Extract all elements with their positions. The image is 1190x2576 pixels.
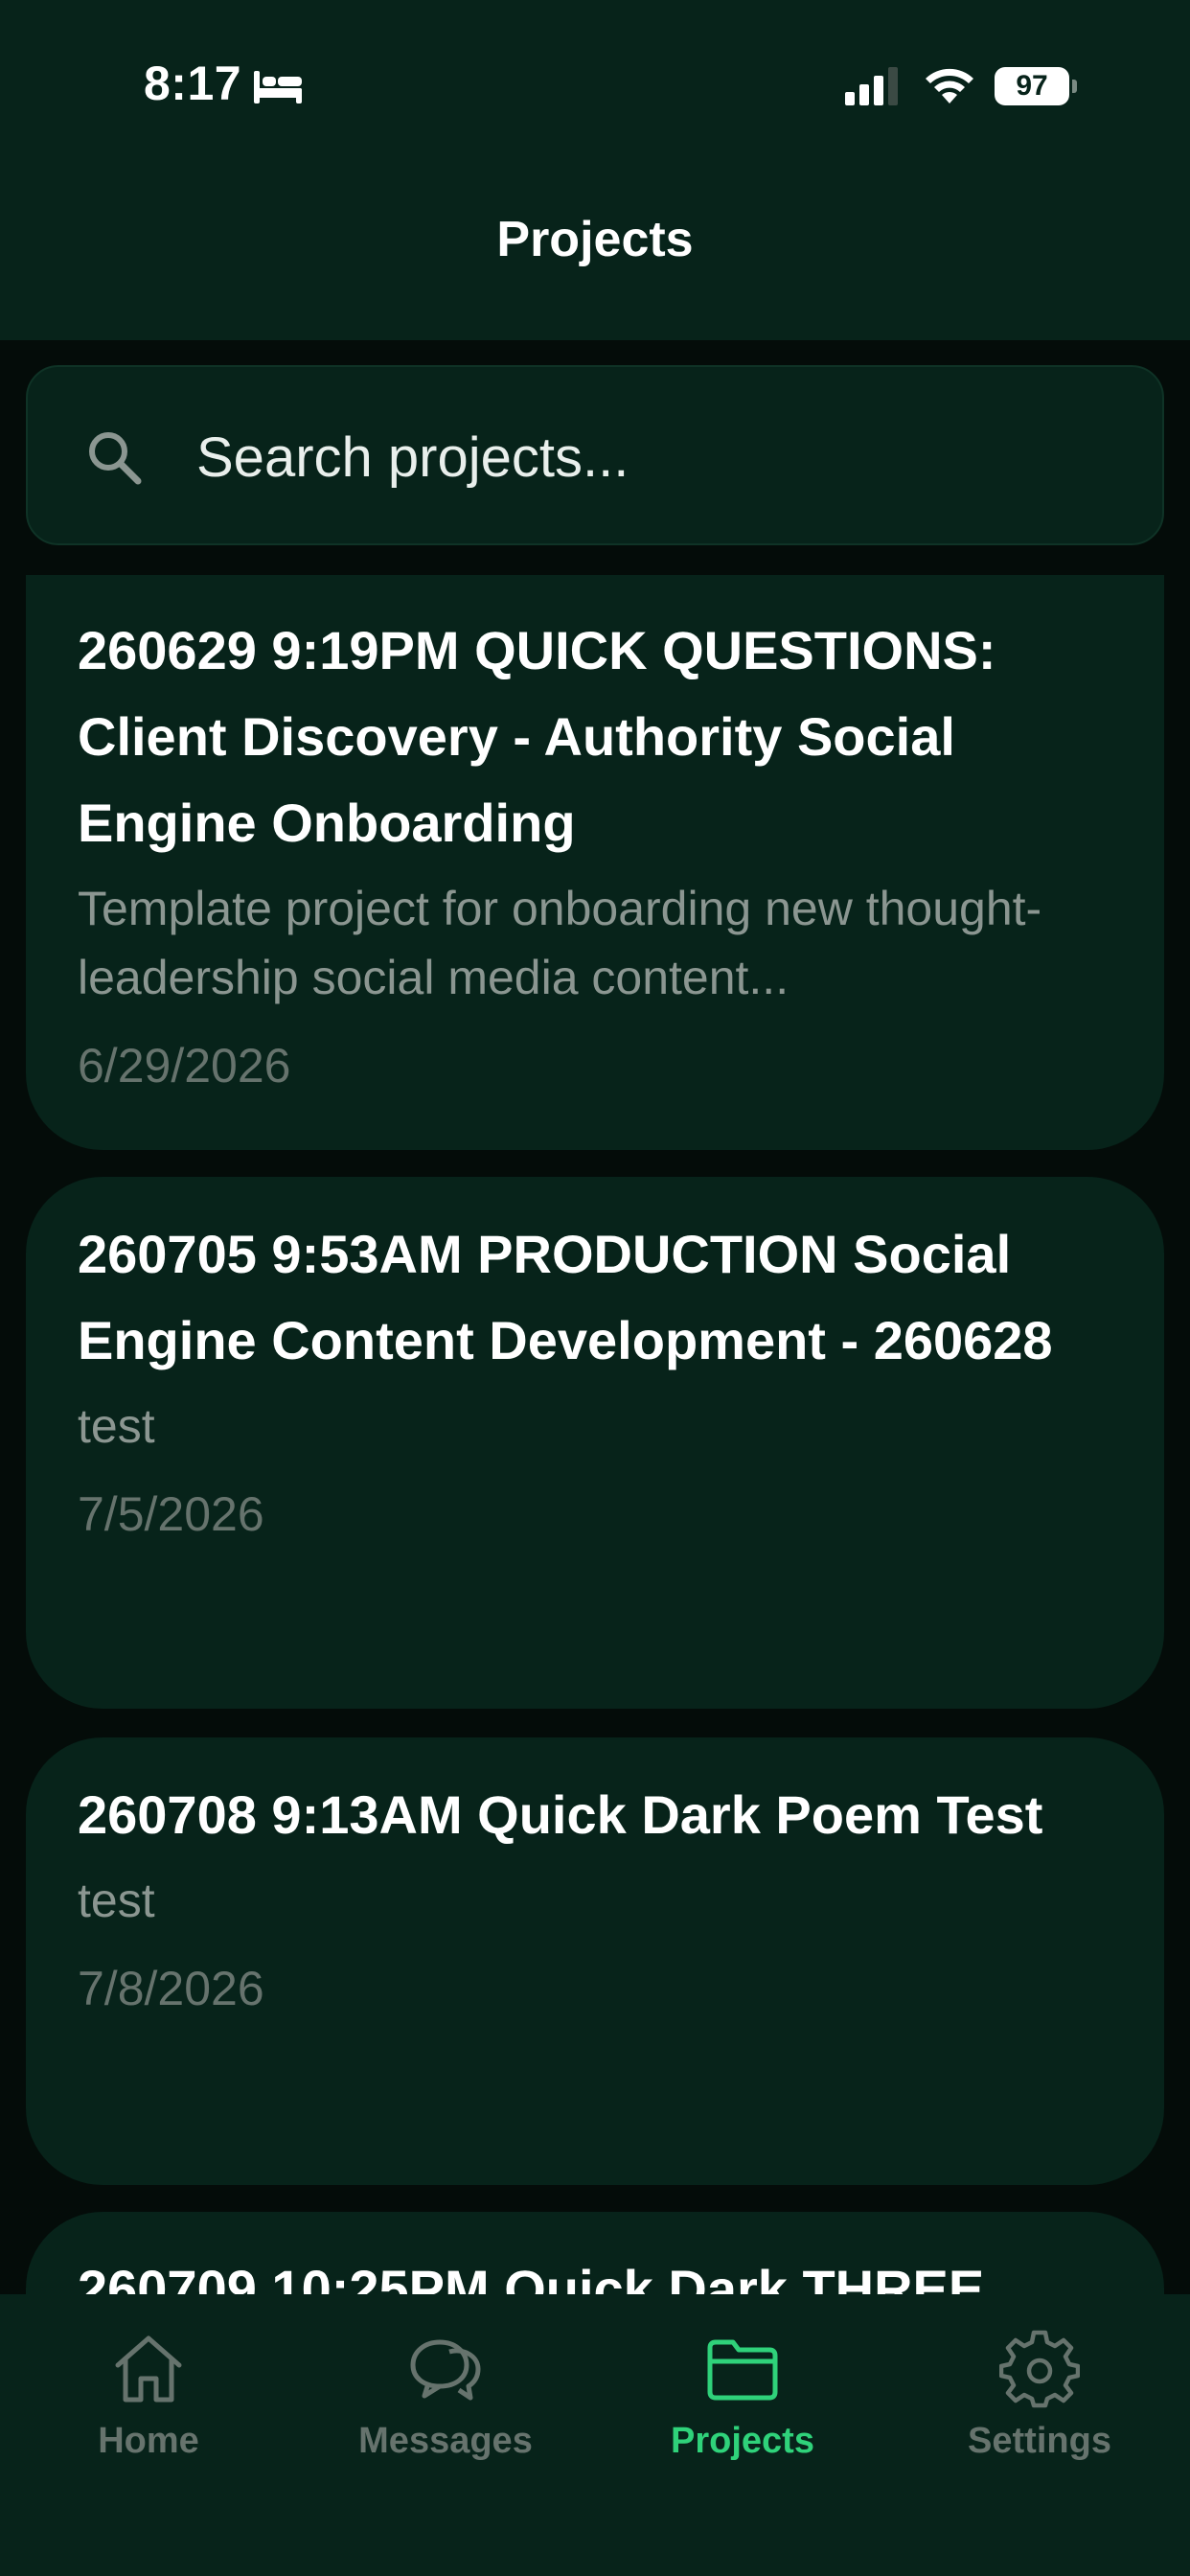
project-card[interactable]: 260709 10:25PM Quick Dark THREE (26, 2212, 1164, 2294)
messages-icon (410, 2339, 481, 2401)
search-icon (89, 432, 142, 485)
project-description: test (78, 1874, 155, 1927)
project-title: 260708 9:13AM Quick Dark Poem Test (78, 1784, 1043, 1845)
project-title: 260705 9:53AM PRODUCTION Social Engine C… (78, 1224, 1053, 1370)
home-icon (115, 2335, 182, 2403)
project-card[interactable]: 260705 9:53AM PRODUCTION Social Engine C… (26, 1177, 1164, 1709)
tab-projects[interactable]: Projects (594, 2329, 891, 2472)
tab-label: Projects (671, 2421, 814, 2461)
project-card[interactable]: 260708 9:13AM Quick Dark Poem Test test … (26, 1737, 1164, 2185)
tab-label: Home (98, 2421, 199, 2461)
project-title: 260629 9:19PM QUICK QUESTIONS: Client Di… (78, 620, 996, 853)
project-title: 260709 10:25PM Quick Dark THREE (78, 2259, 985, 2294)
project-date: 7/8/2026 (78, 1962, 264, 2015)
folder-icon (707, 2339, 778, 2401)
project-description: Template project for onboarding new thou… (78, 882, 1042, 1004)
project-list[interactable]: 260629 9:19PM QUICK QUESTIONS: Client Di… (26, 0, 1164, 2294)
project-description: test (78, 1399, 155, 1453)
gear-icon (999, 2330, 1080, 2408)
project-date: 7/5/2026 (78, 1487, 264, 1541)
tab-label: Messages (358, 2421, 533, 2461)
project-card[interactable]: 260629 9:19PM QUICK QUESTIONS: Client Di… (26, 575, 1164, 1150)
tab-bar: Home Messages Projects Settings (0, 2294, 1190, 2576)
tab-label: Settings (968, 2421, 1111, 2461)
tab-settings[interactable]: Settings (891, 2329, 1188, 2472)
projects-screen: 8:17 97 Projects 260629 9:19PM QUICK QUE… (0, 0, 1190, 2576)
tab-home[interactable]: Home (0, 2329, 297, 2472)
project-date: 6/29/2026 (78, 1039, 291, 1092)
search-input[interactable] (196, 421, 1116, 494)
search-bar[interactable] (26, 365, 1164, 545)
tab-messages[interactable]: Messages (297, 2329, 594, 2472)
